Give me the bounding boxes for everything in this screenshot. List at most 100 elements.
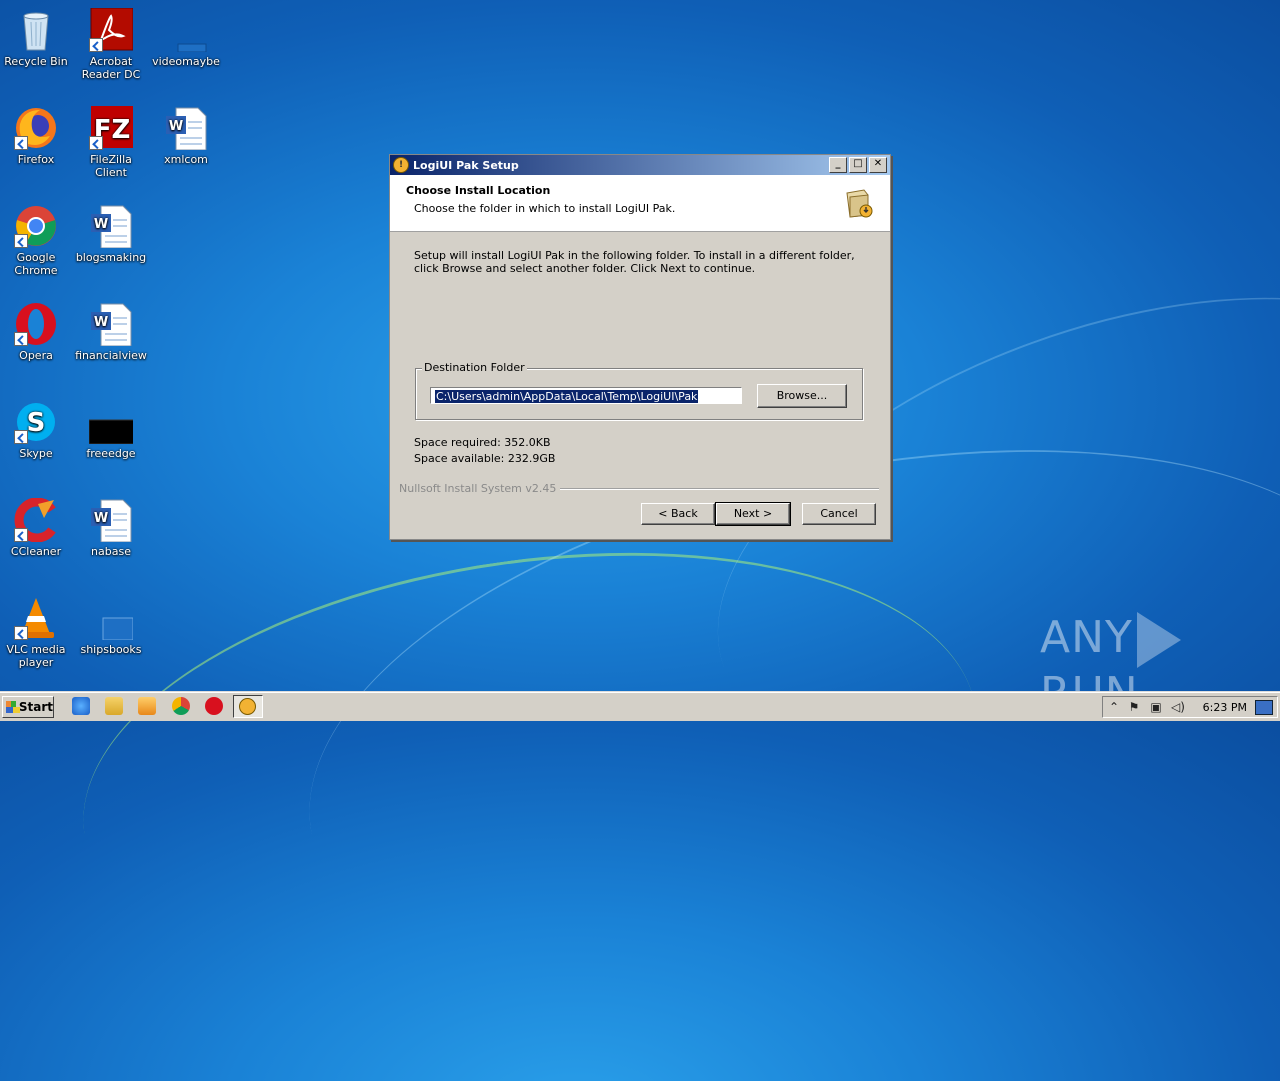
- start-button[interactable]: Start: [2, 696, 54, 718]
- minimize-button[interactable]: _: [829, 157, 847, 173]
- vlc-icon: [14, 596, 58, 640]
- desktop-icon-label: freeedge: [86, 447, 136, 460]
- svg-text:W: W: [94, 315, 108, 330]
- desktop-icon-ccleaner[interactable]: CCleaner: [0, 497, 72, 558]
- opera-icon: [14, 302, 58, 346]
- desktop-icon-label: Google Chrome: [14, 251, 58, 277]
- desktop-icon-nabase[interactable]: W nabase: [75, 498, 147, 558]
- shortcut-arrow-icon: [14, 430, 28, 444]
- svg-text:W: W: [94, 217, 108, 232]
- close-button[interactable]: ✕: [869, 157, 887, 173]
- shortcut-arrow-icon: [89, 136, 103, 150]
- word-doc-icon: W: [89, 204, 133, 249]
- destination-path-text: C:\Users\admin\AppData\Local\Temp\LogiUI…: [435, 390, 699, 403]
- installer-taskbar-icon: [239, 698, 256, 715]
- browse-button[interactable]: Browse...: [757, 384, 847, 408]
- desktop-icon-filezilla[interactable]: FZ FileZilla Client: [75, 106, 147, 179]
- setup-dialog: ! LogiUI Pak Setup _ □ ✕ Choose Install …: [389, 154, 891, 540]
- desktop-icon-label: xmlcom: [164, 153, 208, 166]
- blank-file-icon: [164, 8, 208, 53]
- dialog-title: LogiUI Pak Setup: [413, 158, 519, 172]
- word-doc-icon: W: [164, 106, 208, 151]
- shortcut-arrow-icon: [14, 332, 28, 346]
- installer-app-icon: !: [393, 157, 409, 173]
- desktop-icon-recycle-bin[interactable]: Recycle Bin: [0, 8, 72, 68]
- ccleaner-icon: [14, 497, 58, 543]
- acrobat-icon: [89, 7, 134, 52]
- destination-path-input[interactable]: C:\Users\admin\AppData\Local\Temp\LogiUI…: [430, 387, 742, 404]
- cancel-button[interactable]: Cancel: [802, 503, 876, 525]
- black-thumbnail-icon: [88, 400, 136, 445]
- watermark-left: ANY: [1040, 612, 1133, 663]
- maximize-button[interactable]: □: [849, 157, 867, 173]
- desktop-icon-label: Acrobat Reader DC: [81, 55, 141, 81]
- watermark-play-icon: [1136, 612, 1181, 668]
- word-doc-icon: W: [89, 302, 133, 347]
- skype-icon: S: [14, 400, 58, 444]
- install-description: Setup will install LogiUI Pak in the fol…: [414, 249, 855, 275]
- desktop-icon-label: shipsbooks: [80, 643, 142, 656]
- blank-file-icon: [89, 596, 134, 641]
- svg-text:W: W: [169, 119, 183, 134]
- desktop-icon-label: financialview: [75, 349, 147, 362]
- internet-explorer-icon[interactable]: [72, 697, 90, 715]
- desktop-icon-shipsbooks[interactable]: shipsbooks: [75, 596, 147, 656]
- shortcut-arrow-icon: [14, 136, 28, 150]
- desktop-icon-label: Firefox: [17, 153, 55, 166]
- show-hidden-icons-icon[interactable]: ⌃: [1107, 700, 1121, 714]
- volume-icon[interactable]: ◁): [1171, 700, 1185, 714]
- filezilla-icon: FZ: [89, 106, 133, 150]
- desktop-icon-blogsmaking[interactable]: W blogsmaking: [75, 204, 147, 264]
- desktop-icon-chrome[interactable]: Google Chrome: [0, 204, 72, 277]
- desktop-icon-freeedge[interactable]: freeedge: [75, 400, 147, 460]
- setup-taskbar-button[interactable]: [233, 695, 263, 718]
- network-icon[interactable]: ▣: [1149, 700, 1163, 714]
- desktop-icon-label: VLC media player: [6, 643, 66, 669]
- nsis-branding-row: Nullsoft Install System v2.45: [399, 482, 879, 495]
- action-center-flag-icon[interactable]: ⚑: [1127, 700, 1141, 714]
- desktop-icon-skype[interactable]: S Skype: [0, 400, 72, 460]
- taskbar: Start ⌃ ⚑ ▣ ◁) 6:23 PM: [0, 692, 1280, 721]
- file-explorer-icon[interactable]: [105, 697, 123, 715]
- header-subtitle: Choose the folder in which to install Lo…: [414, 202, 676, 215]
- next-button[interactable]: Next >: [715, 502, 791, 526]
- back-button[interactable]: < Back: [641, 503, 715, 525]
- desktop-icon-label: CCleaner: [10, 545, 62, 558]
- space-available: Space available: 232.9GB: [414, 452, 556, 465]
- desktop-icon-firefox[interactable]: Firefox: [0, 106, 72, 166]
- desktop-icon-label: Skype: [19, 447, 53, 460]
- clock[interactable]: 6:23 PM: [1203, 701, 1247, 714]
- show-desktop-button[interactable]: [1255, 700, 1273, 715]
- space-required: Space required: 352.0KB: [414, 436, 551, 449]
- branding-divider: [560, 487, 879, 490]
- desktop-icon-videomaybe[interactable]: videomaybe: [150, 8, 222, 68]
- firefox-icon: [14, 106, 58, 150]
- desktop-icon-xmlcom[interactable]: W xmlcom: [150, 106, 222, 166]
- desktop-icon-opera[interactable]: Opera: [0, 302, 72, 362]
- header-title: Choose Install Location: [406, 184, 551, 197]
- dialog-header: Choose Install Location Choose the folde…: [390, 175, 890, 232]
- desktop-icon-acrobat[interactable]: Acrobat Reader DC: [75, 7, 147, 81]
- chrome-icon: [14, 204, 58, 248]
- desktop-icon-label: Recycle Bin: [4, 55, 68, 68]
- shortcut-arrow-icon: [14, 528, 28, 542]
- word-doc-icon: W: [89, 498, 133, 543]
- desktop-icon-financialview[interactable]: W financialview: [75, 302, 147, 362]
- wallpaper-streak: [54, 499, 1006, 1044]
- desktop-icon-label: blogsmaking: [75, 251, 147, 264]
- desktop-icon-vlc[interactable]: VLC media player: [0, 596, 72, 669]
- nsis-branding: Nullsoft Install System v2.45: [399, 482, 557, 495]
- destination-folder-label: Destination Folder: [422, 361, 527, 374]
- desktop-icon-label: Opera: [19, 349, 53, 362]
- dialog-titlebar[interactable]: ! LogiUI Pak Setup _ □ ✕: [390, 155, 890, 175]
- windows-logo-icon: [6, 701, 20, 713]
- media-player-icon[interactable]: [138, 697, 156, 715]
- desktop-icon-label: nabase: [91, 545, 131, 558]
- desktop-icon-label: videomaybe: [152, 55, 220, 68]
- shortcut-arrow-icon: [89, 38, 103, 52]
- chrome-taskbar-icon[interactable]: [172, 697, 190, 715]
- shortcut-arrow-icon: [14, 234, 28, 248]
- svg-text:W: W: [94, 511, 108, 526]
- opera-taskbar-icon[interactable]: [205, 697, 223, 715]
- system-tray: ⌃ ⚑ ▣ ◁) 6:23 PM: [1102, 696, 1278, 718]
